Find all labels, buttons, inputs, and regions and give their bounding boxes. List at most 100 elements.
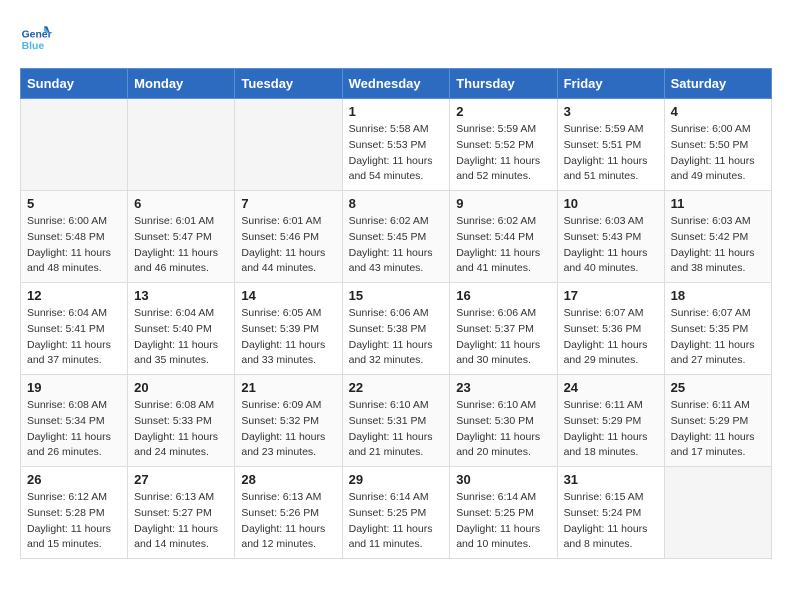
day-number: 18 (671, 288, 765, 303)
calendar-cell: 15Sunrise: 6:06 AM Sunset: 5:38 PM Dayli… (342, 283, 450, 375)
calendar-cell (235, 99, 342, 191)
day-detail: Sunrise: 6:00 AM Sunset: 5:50 PM Dayligh… (671, 122, 765, 185)
day-detail: Sunrise: 6:08 AM Sunset: 5:33 PM Dayligh… (134, 398, 228, 461)
weekday-header-thursday: Thursday (450, 69, 557, 99)
weekday-header-monday: Monday (128, 69, 235, 99)
day-number: 25 (671, 380, 765, 395)
day-detail: Sunrise: 6:00 AM Sunset: 5:48 PM Dayligh… (27, 214, 121, 277)
day-detail: Sunrise: 6:13 AM Sunset: 5:27 PM Dayligh… (134, 490, 228, 553)
calendar-cell: 25 Sunrise: 6:11 AM Sunset: 5:29 PM Dayli… (664, 375, 771, 467)
day-number: 3 (564, 104, 658, 119)
calendar-cell: 11 Sunrise: 6:03 AM Sunset: 5:42 PM Dayli… (664, 191, 771, 283)
svg-text:Blue: Blue (22, 41, 45, 52)
day-detail: Sunrise: 6:02 AM Sunset: 5:44 PM Dayligh… (456, 214, 550, 277)
calendar-cell: 21 Sunrise: 6:09 AM Sunset: 5:32 PM Dayli… (235, 375, 342, 467)
day-number: 22 (349, 380, 444, 395)
day-number: 14 (241, 288, 335, 303)
calendar-cell: 31 Sunrise: 6:15 AM Sunset: 5:24 PM Dayli… (557, 467, 664, 559)
calendar-week-2: 5 Sunrise: 6:00 AM Sunset: 5:48 PM Daylig… (21, 191, 772, 283)
day-number: 2 (456, 104, 550, 119)
calendar-cell: 22 Sunrise: 6:10 AM Sunset: 5:31 PM Dayli… (342, 375, 450, 467)
day-number: 12 (27, 288, 121, 303)
day-number: 27 (134, 472, 228, 487)
calendar-cell: 9 Sunrise: 6:02 AM Sunset: 5:44 PM Daylig… (450, 191, 557, 283)
day-detail: Sunrise: 5:59 AM Sunset: 5:52 PM Dayligh… (456, 122, 550, 185)
calendar-cell: 7 Sunrise: 6:01 AM Sunset: 5:46 PM Daylig… (235, 191, 342, 283)
day-detail: Sunrise: 5:58 AM Sunset: 5:53 PM Dayligh… (349, 122, 444, 185)
calendar-cell: 12 Sunrise: 6:04 AM Sunset: 5:41 PM Dayli… (21, 283, 128, 375)
calendar-week-3: 12 Sunrise: 6:04 AM Sunset: 5:41 PM Dayli… (21, 283, 772, 375)
day-detail: Sunrise: 6:14 AM Sunset: 5:25 PM Dayligh… (349, 490, 444, 553)
day-detail: Sunrise: 6:04 AM Sunset: 5:40 PM Dayligh… (134, 306, 228, 369)
day-detail: Sunrise: 6:11 AM Sunset: 5:29 PM Dayligh… (564, 398, 658, 461)
day-detail: Sunrise: 6:04 AM Sunset: 5:41 PM Dayligh… (27, 306, 121, 369)
calendar-cell: 2 Sunrise: 5:59 AM Sunset: 5:52 PM Daylig… (450, 99, 557, 191)
day-detail: Sunrise: 6:09 AM Sunset: 5:32 PM Dayligh… (241, 398, 335, 461)
calendar-cell: 18 Sunrise: 6:07 AM Sunset: 5:35 PM Dayli… (664, 283, 771, 375)
day-number: 29 (349, 472, 444, 487)
day-number: 9 (456, 196, 550, 211)
calendar-cell: 10 Sunrise: 6:03 AM Sunset: 5:43 PM Dayli… (557, 191, 664, 283)
calendar-week-4: 19 Sunrise: 6:08 AM Sunset: 5:34 PM Dayli… (21, 375, 772, 467)
calendar-cell: 20 Sunrise: 6:08 AM Sunset: 5:33 PM Dayli… (128, 375, 235, 467)
calendar-cell: 1Sunrise: 5:58 AM Sunset: 5:53 PM Daylig… (342, 99, 450, 191)
calendar-cell: 27 Sunrise: 6:13 AM Sunset: 5:27 PM Dayli… (128, 467, 235, 559)
day-detail: Sunrise: 6:15 AM Sunset: 5:24 PM Dayligh… (564, 490, 658, 553)
calendar-cell: 4 Sunrise: 6:00 AM Sunset: 5:50 PM Daylig… (664, 99, 771, 191)
weekday-header-friday: Friday (557, 69, 664, 99)
day-number: 11 (671, 196, 765, 211)
calendar-table: SundayMondayTuesdayWednesdayThursdayFrid… (20, 68, 772, 559)
day-number: 10 (564, 196, 658, 211)
calendar-cell: 23Sunrise: 6:10 AM Sunset: 5:30 PM Dayli… (450, 375, 557, 467)
calendar-week-5: 26Sunrise: 6:12 AM Sunset: 5:28 PM Dayli… (21, 467, 772, 559)
day-number: 24 (564, 380, 658, 395)
calendar-header-row: SundayMondayTuesdayWednesdayThursdayFrid… (21, 69, 772, 99)
logo: General Blue (20, 20, 58, 52)
day-detail: Sunrise: 6:06 AM Sunset: 5:38 PM Dayligh… (349, 306, 444, 369)
day-number: 7 (241, 196, 335, 211)
calendar-cell: 26Sunrise: 6:12 AM Sunset: 5:28 PM Dayli… (21, 467, 128, 559)
page-header: General Blue (20, 20, 772, 52)
weekday-header-wednesday: Wednesday (342, 69, 450, 99)
day-number: 5 (27, 196, 121, 211)
day-number: 6 (134, 196, 228, 211)
day-detail: Sunrise: 6:14 AM Sunset: 5:25 PM Dayligh… (456, 490, 550, 553)
calendar-cell: 30 Sunrise: 6:14 AM Sunset: 5:25 PM Dayli… (450, 467, 557, 559)
day-detail: Sunrise: 6:03 AM Sunset: 5:42 PM Dayligh… (671, 214, 765, 277)
day-detail: Sunrise: 6:12 AM Sunset: 5:28 PM Dayligh… (27, 490, 121, 553)
calendar-cell: 6Sunrise: 6:01 AM Sunset: 5:47 PM Daylig… (128, 191, 235, 283)
day-number: 31 (564, 472, 658, 487)
calendar-cell: 24 Sunrise: 6:11 AM Sunset: 5:29 PM Dayli… (557, 375, 664, 467)
day-number: 19 (27, 380, 121, 395)
calendar-week-1: 1Sunrise: 5:58 AM Sunset: 5:53 PM Daylig… (21, 99, 772, 191)
day-detail: Sunrise: 6:10 AM Sunset: 5:31 PM Dayligh… (349, 398, 444, 461)
calendar-cell (128, 99, 235, 191)
calendar-cell: 8 Sunrise: 6:02 AM Sunset: 5:45 PM Daylig… (342, 191, 450, 283)
day-detail: Sunrise: 6:02 AM Sunset: 5:45 PM Dayligh… (349, 214, 444, 277)
day-detail: Sunrise: 6:08 AM Sunset: 5:34 PM Dayligh… (27, 398, 121, 461)
day-detail: Sunrise: 6:13 AM Sunset: 5:26 PM Dayligh… (241, 490, 335, 553)
day-number: 4 (671, 104, 765, 119)
calendar-body: 1Sunrise: 5:58 AM Sunset: 5:53 PM Daylig… (21, 99, 772, 559)
day-detail: Sunrise: 6:07 AM Sunset: 5:36 PM Dayligh… (564, 306, 658, 369)
calendar-cell: 16Sunrise: 6:06 AM Sunset: 5:37 PM Dayli… (450, 283, 557, 375)
day-detail: Sunrise: 6:07 AM Sunset: 5:35 PM Dayligh… (671, 306, 765, 369)
day-detail: Sunrise: 6:01 AM Sunset: 5:46 PM Dayligh… (241, 214, 335, 277)
logo-icon: General Blue (20, 20, 52, 52)
day-detail: Sunrise: 6:11 AM Sunset: 5:29 PM Dayligh… (671, 398, 765, 461)
weekday-header-sunday: Sunday (21, 69, 128, 99)
day-number: 8 (349, 196, 444, 211)
weekday-header-tuesday: Tuesday (235, 69, 342, 99)
calendar-cell: 3Sunrise: 5:59 AM Sunset: 5:51 PM Daylig… (557, 99, 664, 191)
calendar-cell: 5 Sunrise: 6:00 AM Sunset: 5:48 PM Daylig… (21, 191, 128, 283)
day-detail: Sunrise: 6:10 AM Sunset: 5:30 PM Dayligh… (456, 398, 550, 461)
day-number: 21 (241, 380, 335, 395)
day-detail: Sunrise: 6:03 AM Sunset: 5:43 PM Dayligh… (564, 214, 658, 277)
day-number: 20 (134, 380, 228, 395)
day-detail: Sunrise: 6:05 AM Sunset: 5:39 PM Dayligh… (241, 306, 335, 369)
calendar-cell: 29 Sunrise: 6:14 AM Sunset: 5:25 PM Dayli… (342, 467, 450, 559)
day-number: 13 (134, 288, 228, 303)
calendar-cell (664, 467, 771, 559)
calendar-cell: 14 Sunrise: 6:05 AM Sunset: 5:39 PM Dayli… (235, 283, 342, 375)
day-number: 30 (456, 472, 550, 487)
